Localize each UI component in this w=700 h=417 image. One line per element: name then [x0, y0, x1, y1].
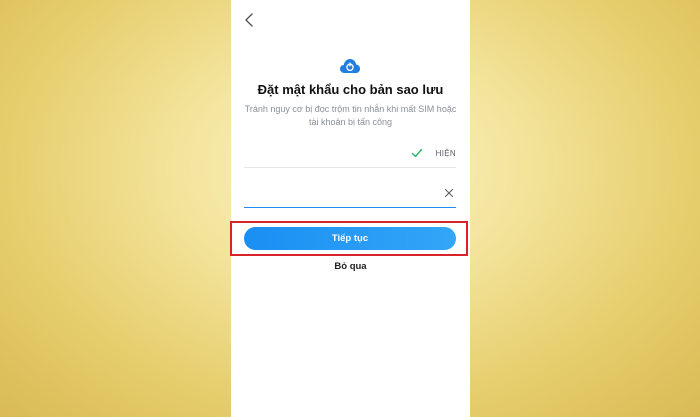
- phone-screen: Đặt mật khẩu cho bản sao lưu Tránh nguy …: [231, 0, 470, 417]
- page-subtitle: Tránh nguy cơ bị đọc trộm tin nhắn khi m…: [244, 104, 457, 127]
- chevron-left-icon: [245, 13, 253, 27]
- close-icon[interactable]: [444, 188, 454, 198]
- cloud-backup-icon: [340, 59, 360, 73]
- highlight-box: [230, 221, 468, 256]
- skip-button[interactable]: Bỏ qua: [231, 261, 470, 272]
- check-icon: [411, 148, 423, 158]
- password-field[interactable]: HIỆN: [244, 141, 456, 168]
- show-password-toggle[interactable]: HIỆN: [436, 149, 456, 158]
- page-title: Đặt mật khẩu cho bản sao lưu: [257, 82, 444, 97]
- back-button[interactable]: [239, 9, 259, 31]
- confirm-password-field[interactable]: [244, 181, 456, 208]
